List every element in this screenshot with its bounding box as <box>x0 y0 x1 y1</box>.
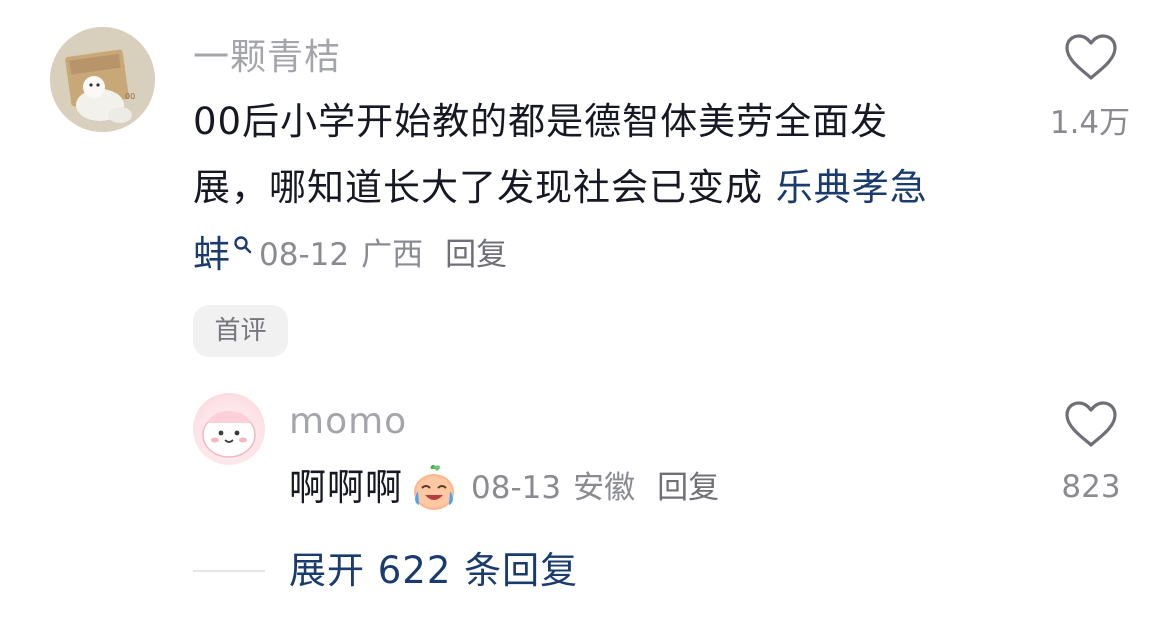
avatar[interactable]: 00 <box>50 27 155 132</box>
like-count: 1.4万 <box>1049 105 1131 141</box>
comment-date: 08-12 <box>259 237 350 273</box>
search-icon[interactable] <box>233 235 253 255</box>
crying-laughing-emoji-icon <box>414 464 454 510</box>
reply-avatar[interactable] <box>193 393 265 465</box>
heart-icon <box>1065 401 1117 447</box>
comment-text-line2: 展，哪知道长大了发现社会已变成 乐典孝急 <box>193 156 928 220</box>
reply-like-count: 823 <box>1061 469 1121 505</box>
reply-button[interactable]: 回复 <box>445 235 507 275</box>
like-button[interactable] <box>1063 33 1119 83</box>
search-link-continued[interactable]: 蚌 <box>193 223 231 287</box>
reply-location: 安徽 <box>573 470 636 506</box>
comment-location: 广西 <box>361 237 424 273</box>
heart-icon <box>1065 34 1117 80</box>
reply-date: 08-13 <box>471 470 562 506</box>
comment-text-line1: 00后小学开始教的都是德智体美劳全面发 <box>193 100 889 143</box>
svg-text:00: 00 <box>125 92 135 101</box>
comment-username[interactable]: 一颗青桔 <box>193 36 341 80</box>
reply-content-row: 啊啊啊 08-13 安徽 回复 <box>289 460 719 516</box>
avatar-image <box>202 411 256 458</box>
reply-text: 啊啊啊 <box>289 466 403 509</box>
first-comment-badge: 首评 <box>193 305 288 357</box>
comment-text-part: 展，哪知道长大了发现社会已变成 <box>193 166 763 209</box>
avatar-image: 00 <box>50 27 155 132</box>
comment-meta-row: 蚌 08-12 广西 回复 <box>193 223 507 287</box>
expand-divider <box>193 570 265 572</box>
expand-replies-button[interactable]: 展开 622 条回复 <box>289 547 578 595</box>
reply-username[interactable]: momo <box>289 400 407 444</box>
reply-like-button[interactable] <box>1063 400 1119 450</box>
search-link[interactable]: 乐典孝急 <box>776 166 928 209</box>
reply-reply-button[interactable]: 回复 <box>657 468 719 508</box>
